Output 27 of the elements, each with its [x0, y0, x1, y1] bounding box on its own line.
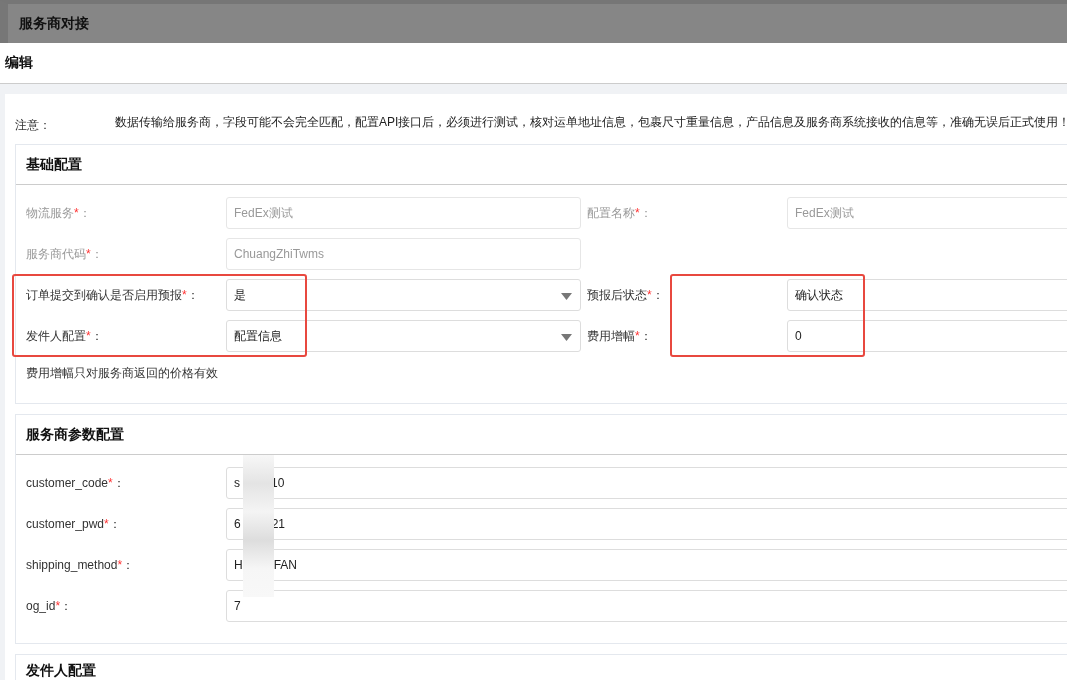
field-label: 订单提交到确认是否启用预报*：: [26, 286, 200, 304]
field-label: 物流服务*：: [26, 204, 92, 222]
hint-text: 费用增幅只对服务商返回的价格有效: [26, 365, 219, 382]
caret-icon: [561, 334, 572, 341]
field-label: 费用增幅*：: [586, 327, 653, 345]
caret-icon: [561, 293, 572, 300]
field-label: shipping_method*：: [26, 556, 136, 574]
field-label: customer_pwd*：: [26, 515, 122, 533]
section-title: 服务商参数配置: [26, 425, 124, 444]
notice-text: 数据传输给服务商，字段可能不会完全匹配，配置API接口后，必须进行测试，核对运单地址信息，包裹尺寸重量信息，产品信息及服务商系统接收的信息等，准确无误后正式使用！: [115, 114, 1067, 131]
field-label: customer_code*：: [26, 474, 126, 492]
field-label: 服务商代码*：: [26, 245, 104, 263]
select-field[interactable]: 是: [226, 279, 581, 311]
select-field[interactable]: 配置信息: [226, 320, 581, 352]
page-title: 服务商对接: [19, 14, 89, 33]
input-field[interactable]: 0: [787, 320, 1067, 352]
input-field[interactable]: 确认状态: [787, 279, 1067, 311]
field-label: og_id*：: [26, 597, 74, 615]
field-label: 预报后状态*：: [586, 286, 665, 304]
edit-title: 编辑: [5, 54, 33, 72]
section-title: 发件人配置: [26, 662, 96, 680]
section-title: 基础配置: [26, 155, 82, 174]
input-field[interactable]: 7: [226, 590, 1067, 622]
notice-label: 注意：: [15, 117, 52, 134]
field-label: 发件人配置*：: [26, 327, 104, 345]
input-field[interactable]: H FAN: [226, 549, 1067, 581]
field-label: 配置名称*：: [586, 204, 653, 222]
